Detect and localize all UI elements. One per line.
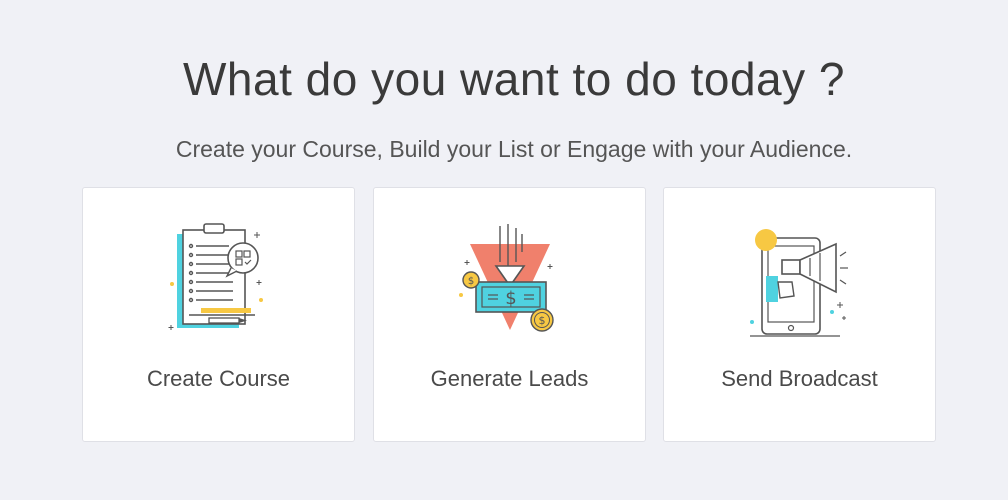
megaphone-phone-icon (750, 229, 848, 337)
create-course-card[interactable]: Create Course (82, 187, 355, 442)
generate-leads-label: Generate Leads (430, 366, 589, 391)
page-title: What do you want to do today ? (183, 53, 845, 105)
page: What do you want to do today ? Create yo… (0, 0, 1008, 500)
clipboard-checklist-icon (168, 223, 263, 330)
svg-text:$: $ (539, 314, 546, 327)
send-broadcast-card[interactable]: Send Broadcast (663, 187, 936, 442)
create-course-label: Create Course (146, 366, 291, 391)
money-leads-icon: $ $ $ (459, 224, 554, 332)
send-broadcast-label: Send Broadcast (721, 366, 878, 391)
svg-text:$: $ (468, 276, 474, 287)
generate-leads-card[interactable]: $ $ $ Generate Leads (373, 187, 646, 442)
svg-text:$: $ (505, 288, 516, 309)
page-subtitle: Create your Course, Build your List or E… (175, 136, 853, 162)
